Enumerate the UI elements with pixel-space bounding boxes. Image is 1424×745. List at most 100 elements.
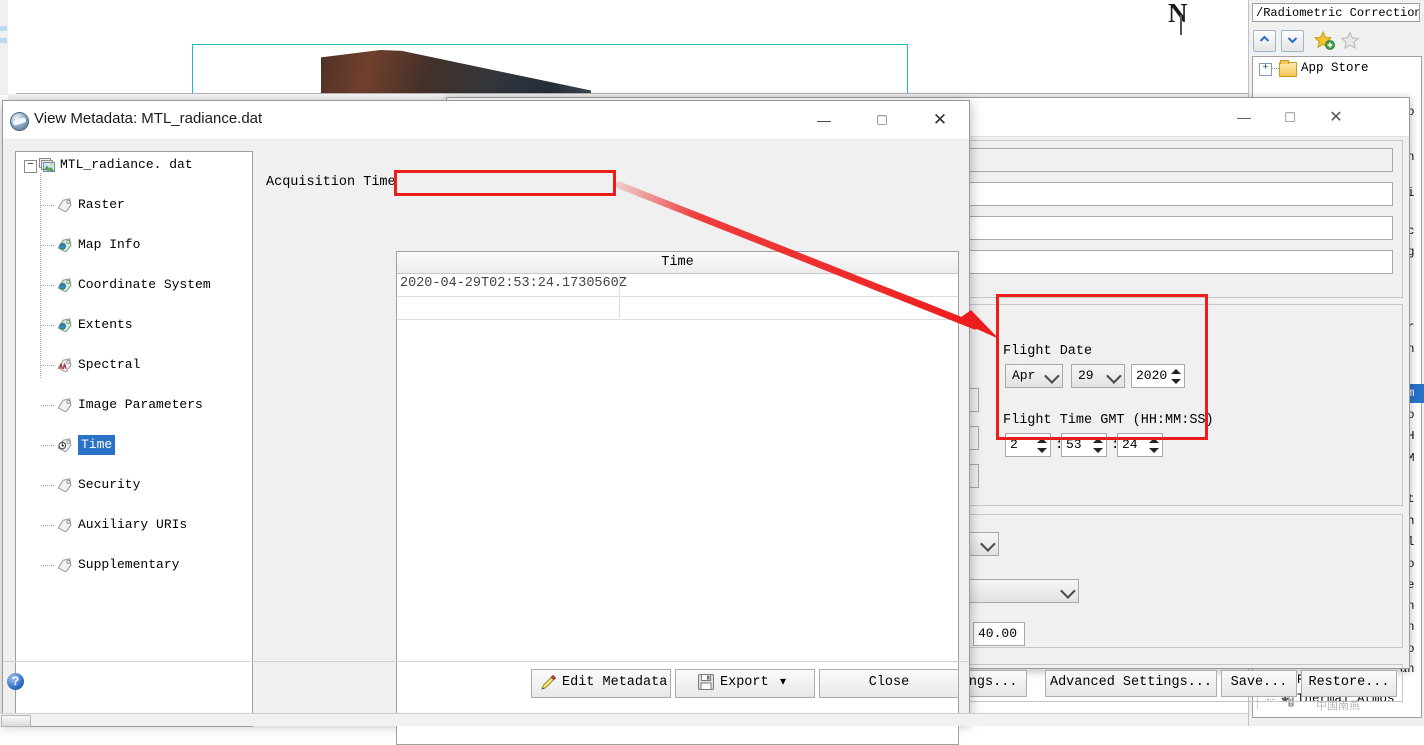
- north-arrow-stem: [1180, 15, 1182, 35]
- edit-metadata-button[interactable]: Edit Metadata: [531, 669, 671, 698]
- flight-hour-value: 2: [1010, 437, 1018, 452]
- maximize-button[interactable]: □: [859, 101, 905, 138]
- minimize-button[interactable]: —: [1221, 98, 1267, 135]
- maximize-button[interactable]: □: [1267, 98, 1313, 135]
- metadata-tree-item-label: Coordinate System: [78, 277, 211, 292]
- metadata-tree-item-label: Supplementary: [78, 557, 180, 572]
- horizontal-scrollbar[interactable]: [0, 713, 1248, 727]
- toolbox-tree-item-app-store[interactable]: + App Store: [1253, 59, 1421, 78]
- watermark-text: 中国南燕: [1316, 700, 1360, 712]
- flight-day-select[interactable]: 29: [1071, 364, 1125, 388]
- chevron-down-icon: [980, 536, 996, 552]
- tag-globe-icon: [57, 278, 73, 293]
- table-column-header-time: Time: [661, 255, 694, 270]
- toolbox-toolbar: [1253, 30, 1421, 52]
- spinner-arrows-icon[interactable]: [1147, 436, 1160, 455]
- chevron-down-icon: [1060, 583, 1076, 599]
- visibility-field[interactable]: 40.00: [973, 622, 1025, 646]
- metadata-tree-root[interactable]: − MTL_radiance. dat: [16, 155, 252, 175]
- flight-year-value: 2020: [1136, 368, 1168, 383]
- minimize-button[interactable]: —: [801, 101, 847, 138]
- tag-clock-icon: [57, 438, 73, 453]
- flight-second-value: 24: [1122, 437, 1138, 452]
- close-button[interactable]: ✕: [917, 101, 963, 138]
- metadata-tree-item-spectral[interactable]: Spectral: [16, 355, 252, 375]
- toolbox-search-input[interactable]: /Radiometric Correction: [1252, 3, 1420, 22]
- flight-minute-spinner[interactable]: 53: [1061, 433, 1107, 457]
- north-arrow-label: N: [1168, 0, 1188, 28]
- star-icon[interactable]: [1340, 31, 1361, 55]
- tag-icon: [57, 558, 73, 573]
- metadata-tree-root-label: MTL_radiance. dat: [60, 157, 193, 172]
- close-icon: ✕: [1329, 108, 1343, 126]
- metadata-dialog-title: View Metadata: MTL_radiance.dat: [34, 110, 263, 127]
- minimize-icon: —: [817, 111, 831, 128]
- metadata-tree-item-image-parameters[interactable]: Image Parameters: [16, 395, 252, 415]
- metadata-tree-item-label: Extents: [78, 317, 133, 332]
- pencil-icon: [540, 674, 557, 701]
- tag-icon: [57, 478, 73, 493]
- spinner-arrows-icon[interactable]: [1169, 367, 1182, 386]
- flight-year-spinner[interactable]: 2020: [1131, 364, 1185, 388]
- metadata-tree-item-label: Spectral: [78, 357, 141, 372]
- flight-month-select[interactable]: Apr: [1005, 364, 1063, 388]
- metadata-tree-item-auxiliary-uris[interactable]: Auxiliary URIs: [16, 515, 252, 535]
- flight-minute-value: 53: [1066, 437, 1082, 452]
- help-icon[interactable]: ?: [7, 673, 24, 690]
- application-icon: [10, 112, 29, 131]
- table-header-row: Time: [397, 252, 958, 274]
- metadata-title-bar[interactable]: View Metadata: MTL_radiance.dat — □ ✕: [3, 101, 969, 140]
- north-arrow-icon: N: [1168, 0, 1188, 35]
- spinner-arrows-icon[interactable]: [1091, 436, 1104, 455]
- metadata-separator: [3, 661, 969, 662]
- acquisition-time-value: 2020-04-29T02:53:24.1730560Z: [400, 276, 627, 291]
- chevron-down-icon: [1106, 368, 1122, 384]
- flight-time-label: Flight Time GMT (HH:MM:SS): [1003, 413, 1214, 428]
- metadata-tree-item-time[interactable]: Time: [16, 435, 252, 455]
- collapse-icon[interactable]: −: [24, 160, 37, 173]
- flight-second-spinner[interactable]: 24: [1117, 433, 1163, 457]
- save-disk-icon: [698, 674, 714, 700]
- view-metadata-dialog: View Metadata: MTL_radiance.dat — □ ✕ −: [2, 100, 970, 745]
- folder-icon: [1279, 60, 1297, 77]
- restore-button[interactable]: Restore...: [1301, 670, 1397, 697]
- metadata-tree-item-supplementary[interactable]: Supplementary: [16, 555, 252, 575]
- advanced-settings-button[interactable]: Advanced Settings...: [1045, 670, 1217, 697]
- caret-down-icon: ▾: [780, 675, 787, 689]
- flight-date-label: Flight Date: [1003, 344, 1093, 359]
- metadata-tree-item-coordinate-system[interactable]: Coordinate System: [16, 275, 252, 295]
- toolbox-tree-item-label: App Store: [1301, 61, 1369, 75]
- metadata-tree-item-label: Auxiliary URIs: [78, 517, 188, 532]
- metadata-tree-item-raster[interactable]: Raster: [16, 195, 252, 215]
- metadata-tree-item-label: Raster: [78, 197, 125, 212]
- tag-icon: [57, 518, 73, 533]
- tag-globe-icon: [57, 238, 73, 253]
- close-dialog-button[interactable]: Close: [819, 669, 959, 698]
- expand-icon[interactable]: +: [1259, 63, 1272, 76]
- chevron-down-icon[interactable]: [1281, 30, 1304, 52]
- metadata-tree-item-extents[interactable]: Extents: [16, 315, 252, 335]
- star-add-icon[interactable]: [1313, 30, 1335, 55]
- metadata-tree-item-label: Map Info: [78, 237, 141, 252]
- metadata-tree-item-map-info[interactable]: Map Info: [16, 235, 252, 255]
- flight-hour-spinner[interactable]: 2: [1005, 433, 1051, 457]
- metadata-tree-item-security[interactable]: Security: [16, 475, 252, 495]
- scrollbar-thumb[interactable]: [1, 715, 31, 727]
- metadata-tree-item-label: Image Parameters: [78, 397, 203, 412]
- close-icon: ✕: [932, 109, 948, 129]
- spinner-arrows-icon[interactable]: [1035, 436, 1048, 455]
- table-row[interactable]: 2020-04-29T02:53:24.1730560Z: [397, 273, 958, 297]
- metadata-tree-item-label: Security: [78, 477, 141, 492]
- acquisition-time-row-label: Acquisition Time: [266, 175, 396, 190]
- map-image-view[interactable]: [8, 0, 1424, 96]
- table-row[interactable]: [397, 296, 958, 320]
- export-button[interactable]: Export ▾: [675, 669, 815, 698]
- tag-globe-icon: [57, 318, 73, 333]
- close-button[interactable]: ✕: [1313, 98, 1359, 135]
- tag-spectral-icon: [57, 358, 73, 373]
- metadata-tree[interactable]: − MTL_radiance. dat Raster Map Info Coor…: [15, 151, 253, 727]
- chevron-up-icon[interactable]: [1253, 30, 1276, 52]
- raster-stack-icon: [39, 158, 56, 172]
- chevron-down-icon: [1044, 368, 1060, 384]
- save-button[interactable]: Save...: [1221, 670, 1297, 697]
